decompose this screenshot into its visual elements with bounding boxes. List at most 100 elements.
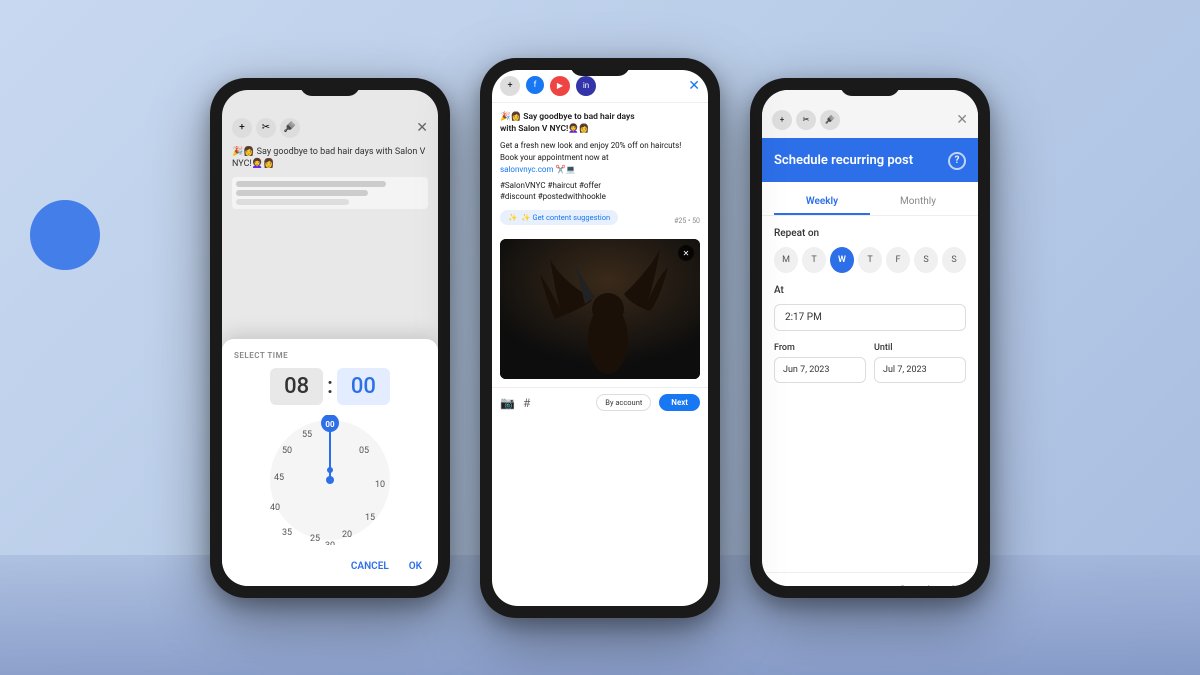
post-image: ✕ <box>500 239 700 379</box>
suggestion-label: ✨ Get content suggestion <box>521 213 610 222</box>
next-btn[interactable]: Next <box>659 394 700 411</box>
from-label: From <box>774 343 866 353</box>
until-date-input[interactable]: Jul 7, 2023 <box>874 357 966 383</box>
phone-notch-right <box>840 78 900 96</box>
fb-icons-row: + f ▶ in <box>500 76 596 96</box>
phone-screen-right: + ✂ 🪮 ✕ Schedule recurring post ? Weekly <box>762 90 978 586</box>
left-top-icons: + ✂ 🪮 ✕ <box>232 110 428 138</box>
svg-text:25: 25 <box>310 534 320 544</box>
days-row: M T W T F S S <box>774 247 966 273</box>
decorative-blob <box>30 200 100 270</box>
svg-text:10: 10 <box>375 480 385 490</box>
brush-icon[interactable]: ✂ <box>256 118 276 138</box>
day-S1[interactable]: S <box>914 247 938 273</box>
clock-face[interactable]: 00 05 10 15 20 25 30 <box>265 415 395 545</box>
right-top-bar: + ✂ 🪮 ✕ <box>762 90 978 138</box>
phone-middle: + f ▶ in ✕ 🎉👩 Say goodbye to bad hair da… <box>480 58 720 618</box>
svg-text:40: 40 <box>270 503 280 513</box>
at-label: At <box>774 285 966 296</box>
from-until-row: From Jun 7, 2023 Until Jul 7, 2023 <box>774 343 966 383</box>
add-icon[interactable]: + <box>232 118 252 138</box>
time-ok-btn[interactable]: OK <box>405 559 426 574</box>
fb-icon-2[interactable]: ▶ <box>550 76 570 96</box>
svg-text:55: 55 <box>302 430 312 440</box>
hour-box[interactable]: 08 <box>270 368 323 405</box>
toolbar-right: By account Next <box>596 394 700 411</box>
time-colon: : <box>327 374 333 399</box>
time-cancel-btn[interactable]: CANCEL <box>347 559 393 574</box>
sparkle-icon: ✨ <box>508 213 517 222</box>
post-text-line2: with Salon V NYC!👩‍🦱👩 <box>500 124 589 134</box>
time-display: 08 : 00 <box>234 368 426 405</box>
at-section: At 2:17 PM <box>774 285 966 331</box>
right-tool-icon-1[interactable]: ✂ <box>796 110 816 130</box>
right-close-btn[interactable]: ✕ <box>956 112 968 128</box>
fb-icon-1[interactable]: f <box>526 76 544 94</box>
tab-monthly[interactable]: Monthly <box>870 190 966 215</box>
day-T1[interactable]: T <box>802 247 826 273</box>
phone-left: + ✂ 🪮 ✕ 🎉👩 Say goodbye to bad hair days … <box>210 78 450 598</box>
left-icon-row: + ✂ 🪮 <box>232 118 300 138</box>
phone-screen-middle: + f ▶ in ✕ 🎉👩 Say goodbye to bad hair da… <box>492 70 708 606</box>
phone-notch-left <box>300 78 360 96</box>
counter-badge: #25 • 50 <box>674 217 700 225</box>
middle-close-btn[interactable]: ✕ <box>688 78 700 94</box>
post-text-line1: 🎉👩 Say goodbye to bad hair days <box>500 112 635 122</box>
right-top-icons-row: + ✂ 🪮 ✕ <box>772 110 968 130</box>
post-link[interactable]: salonvnyc.com ✂️💻 <box>500 165 575 174</box>
svg-text:50: 50 <box>282 446 292 456</box>
svg-text:05: 05 <box>359 446 369 456</box>
day-M[interactable]: M <box>774 247 798 273</box>
left-dimmed-content <box>232 177 428 209</box>
scissors-icon[interactable]: 🪮 <box>280 118 300 138</box>
from-date-input[interactable]: Jun 7, 2023 <box>774 357 866 383</box>
help-icon[interactable]: ? <box>948 152 966 170</box>
toolbar-icons: 📷 # <box>500 396 530 410</box>
schedule-tabs: Weekly Monthly <box>762 182 978 216</box>
day-T2[interactable]: T <box>858 247 882 273</box>
until-section: Until Jul 7, 2023 <box>874 343 966 383</box>
time-picker-actions: CANCEL OK <box>234 555 426 574</box>
day-F[interactable]: F <box>886 247 910 273</box>
svg-text:45: 45 <box>274 473 284 483</box>
day-W[interactable]: W <box>830 247 854 273</box>
suggestion-row: ✨ ✨ Get content suggestion #25 • 50 <box>500 210 700 231</box>
add-post-icon[interactable]: + <box>500 76 520 96</box>
time-input[interactable]: 2:17 PM <box>774 304 966 331</box>
hair-photo <box>500 239 700 379</box>
close-button-left[interactable]: ✕ <box>416 120 428 136</box>
schedule-header: Schedule recurring post ? <box>762 138 978 182</box>
content-suggestion-btn[interactable]: ✨ ✨ Get content suggestion <box>500 210 618 225</box>
post-body-text: Get a fresh new look and enjoy 20% off o… <box>500 140 700 176</box>
from-section: From Jun 7, 2023 <box>774 343 866 383</box>
phone-screen-left: + ✂ 🪮 ✕ 🎉👩 Say goodbye to bad hair days … <box>222 90 438 586</box>
svg-text:35: 35 <box>282 528 292 538</box>
by-account-btn[interactable]: By account <box>596 394 651 411</box>
schedule-body: Repeat on M T W T F S S At 2:17 PM <box>762 216 978 572</box>
day-S2[interactable]: S <box>942 247 966 273</box>
svg-text:20: 20 <box>342 530 352 540</box>
until-label: Until <box>874 343 966 353</box>
left-post-text: 🎉👩 Say goodbye to bad hair days with Sal… <box>232 146 428 171</box>
fb-icon-3[interactable]: in <box>576 76 596 96</box>
post-hashtags: #SalonVNYC #haircut #offer#discount #pos… <box>500 180 700 202</box>
schedule-title: Schedule recurring post <box>774 153 913 168</box>
phone-right: + ✂ 🪮 ✕ Schedule recurring post ? Weekly <box>750 78 990 598</box>
middle-bottom-toolbar: 📷 # By account Next <box>492 387 708 417</box>
minute-box[interactable]: 00 <box>337 368 390 405</box>
schedule-modal-footer: Cancel Ok <box>762 572 978 586</box>
right-add-icon[interactable]: + <box>772 110 792 130</box>
hashtag-icon[interactable]: # <box>523 396 530 410</box>
schedule-ok-btn[interactable]: Ok <box>946 583 966 586</box>
post-content-area: 🎉👩 Say goodbye to bad hair days with Sal… <box>492 103 708 388</box>
select-time-label: SELECT TIME <box>234 351 426 360</box>
schedule-cancel-btn[interactable]: Cancel <box>895 583 934 586</box>
middle-post-header: 🎉👩 Say goodbye to bad hair days with Sal… <box>500 111 700 137</box>
phone-notch-middle <box>570 58 630 76</box>
time-picker-modal: SELECT TIME 08 : 00 <box>222 339 438 586</box>
tab-weekly[interactable]: Weekly <box>774 190 870 215</box>
phones-container: + ✂ 🪮 ✕ 🎉👩 Say goodbye to bad hair days … <box>210 58 990 618</box>
camera-icon[interactable]: 📷 <box>500 396 515 410</box>
svg-text:15: 15 <box>365 513 375 523</box>
right-tool-icon-2[interactable]: 🪮 <box>820 110 840 130</box>
